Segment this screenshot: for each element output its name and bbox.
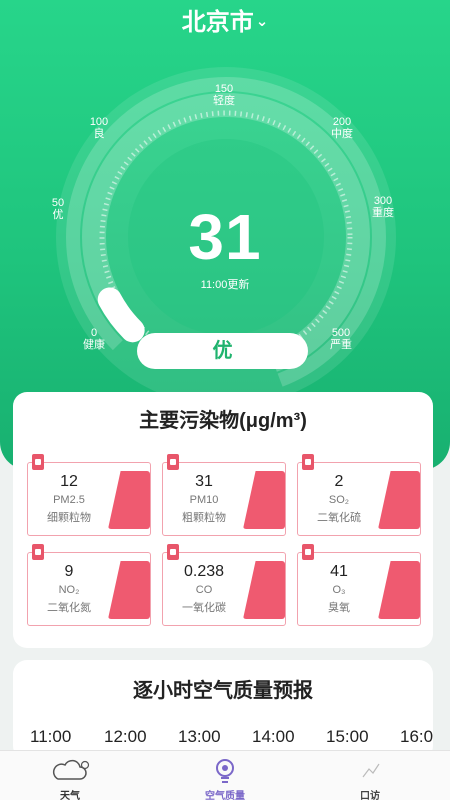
pollutant-name: 二氧化氮 — [47, 602, 91, 614]
aqi-level-badge: 优 — [137, 333, 308, 369]
pollutant-flag-icon — [302, 454, 314, 470]
pollutant-value: 9 — [64, 563, 74, 580]
pollutant-level-shape — [108, 471, 150, 529]
bottom-tab-bar: 天气 空气质量 口访 — [0, 750, 450, 800]
pollutant-value: 2 — [334, 473, 344, 490]
gauge-tick-0: 0 健康 — [83, 327, 105, 351]
pollutant-name: 二氧化硫 — [317, 512, 361, 524]
forecast-hours[interactable]: 11:00 12:00 13:00 14:00 15:00 16:0 — [30, 727, 450, 747]
pollutant-code: CO — [195, 584, 213, 596]
forecast-hour: 14:00 — [252, 727, 295, 746]
tab-label: 天气 — [60, 791, 80, 800]
pollutant-flag-icon — [32, 544, 44, 560]
tab-air-quality[interactable]: 空气质量 — [170, 751, 280, 800]
pollutant-level-shape — [378, 471, 420, 529]
pollutant-level-shape — [108, 561, 150, 619]
pollutant-item-o3[interactable]: 41 O₃ 臭氧 — [297, 552, 421, 626]
weather-cloud-icon — [52, 759, 90, 780]
gauge-tick-100: 100 良 — [89, 116, 109, 140]
pollutant-item-pm10[interactable]: 31 PM10 粗颗粒物 — [162, 462, 286, 536]
forecast-hour: 12:00 — [104, 727, 147, 746]
pollutant-code: SO₂ — [328, 494, 350, 506]
pollutant-level-shape — [378, 561, 420, 619]
pollutant-level-shape — [243, 561, 285, 619]
pollutant-name: 臭氧 — [328, 602, 350, 614]
forecast-hour: 13:00 — [178, 727, 221, 746]
pollutant-value: 31 — [195, 473, 213, 490]
forecast-title: 逐小时空气质量预报 — [133, 680, 313, 702]
forecast-hour: 11:00 — [30, 727, 72, 746]
pollutant-name: 粗颗粒物 — [182, 512, 226, 524]
pollutant-item-no2[interactable]: 9 NO₂ 二氧化氮 — [27, 552, 151, 626]
gauge-tick-500: 500 严重 — [330, 327, 352, 351]
pollutant-value: 0.238 — [183, 563, 225, 580]
forecast-hour: 16:0 — [400, 727, 434, 746]
pollutant-item-co[interactable]: 0.238 CO 一氧化碳 — [162, 552, 286, 626]
pollutant-value: 12 — [60, 473, 78, 490]
pollutant-flag-icon — [167, 454, 179, 470]
gauge-tick-200: 200 中度 — [331, 116, 353, 140]
pollutants-title: 主要污染物(μg/m³) — [139, 410, 307, 432]
pollutant-code: PM2.5 — [53, 494, 85, 506]
update-time: 11:00更新 — [200, 279, 250, 291]
pollutant-code: O₃ — [332, 584, 346, 596]
tab-label: 口访 — [360, 791, 380, 800]
pollutant-value: 41 — [330, 563, 348, 580]
pollutant-item-pm25[interactable]: 12 PM2.5 细颗粒物 — [27, 462, 151, 536]
tab-weather[interactable]: 天气 — [15, 751, 125, 800]
tab-other[interactable]: 口访 — [315, 751, 425, 800]
pollutant-flag-icon — [302, 544, 314, 560]
pollutant-flag-icon — [32, 454, 44, 470]
pollutant-level-shape — [243, 471, 285, 529]
other-tab-icon — [362, 763, 380, 778]
pollutant-item-so2[interactable]: 2 SO₂ 二氧化硫 — [297, 462, 421, 536]
pollutant-name: 细颗粒物 — [47, 512, 91, 524]
pollutant-name: 一氧化碳 — [182, 602, 226, 614]
air-quality-icon — [216, 759, 234, 783]
pollutant-flag-icon — [167, 544, 179, 560]
hourly-forecast-card: 逐小时空气质量预报 11:00 12:00 13:00 14:00 15:00 16:0 — [13, 660, 433, 760]
aqi-value: 31 — [188, 201, 262, 273]
pollutants-card: 主要污染物(μg/m³) 12 PM2.5 细颗粒物 31 PM10 粗颗粒物 … — [13, 392, 433, 648]
pollutant-code: PM10 — [189, 494, 219, 506]
forecast-hour: 15:00 — [326, 727, 369, 746]
tab-label: 空气质量 — [205, 791, 245, 800]
gauge-tick-150: 150 轻度 — [213, 83, 235, 107]
pollutant-code: NO₂ — [58, 584, 80, 596]
